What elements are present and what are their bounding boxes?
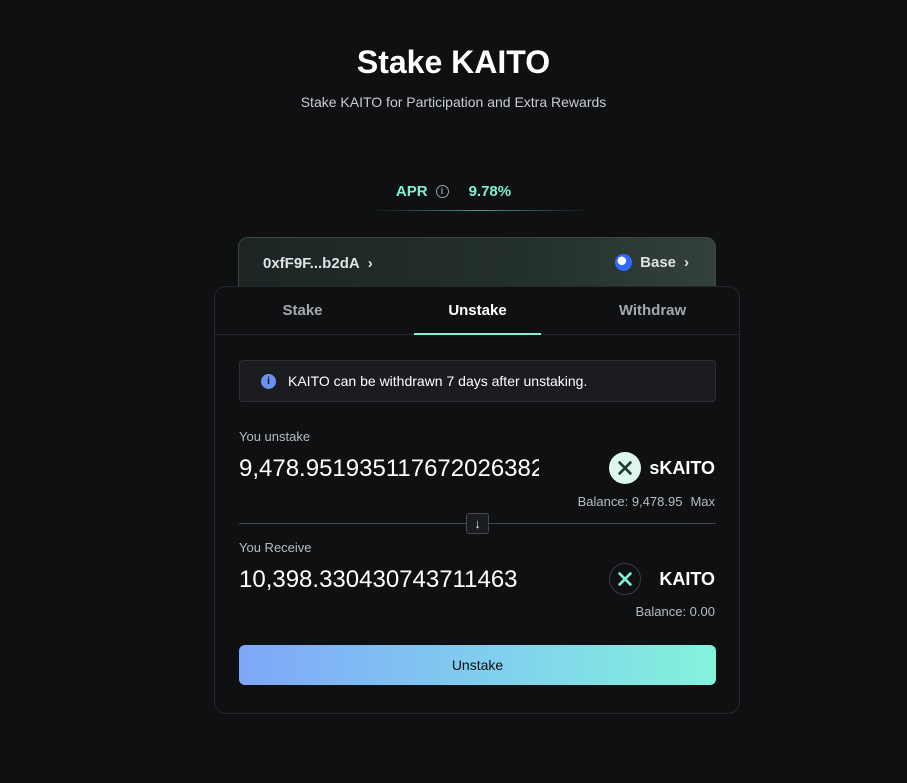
token-selector-skaito: sKAITO [609,452,715,484]
token-name: sKAITO [649,457,715,478]
receive-label: You Receive [239,540,312,555]
unstake-balance-row: Balance: 9,478.95 Max [578,494,715,509]
tab-stake[interactable]: Stake [215,287,390,335]
stake-card: Stake Unstake Withdraw i KAITO can be wi… [214,286,740,714]
page-subtitle: Stake KAITO for Participation and Extra … [300,94,607,110]
notice-text: KAITO can be withdrawn 7 days after unst… [288,373,588,389]
unstake-button[interactable]: Unstake [239,645,716,685]
unstake-label: You unstake [239,429,311,444]
wallet-address: 0xfF9F...b2dA [263,255,360,272]
active-tab-indicator [414,333,541,335]
stake-page: Stake KAITO Stake KAITO for Participatio… [0,0,907,783]
network-name: Base [640,254,676,271]
kaito-logo-icon [609,563,642,595]
tab-bar: Stake Unstake Withdraw [215,287,739,335]
arrow-down-icon[interactable]: ↓ [466,513,489,534]
tab-unstake[interactable]: Unstake [414,287,541,335]
chevron-right-icon: › [367,255,373,272]
wallet-address-button[interactable]: 0xfF9F...b2dA › [263,255,373,272]
page-title: Stake KAITO [356,44,551,80]
apr-row: APR i 9.78% [0,183,907,200]
network-selector[interactable]: Base › [615,254,689,271]
apr-divider [370,210,590,211]
token-display-kaito: KAITO [609,563,715,595]
info-icon[interactable]: i [435,185,449,198]
info-notice: i KAITO can be withdrawn 7 days after un… [239,360,716,402]
unstake-amount-input[interactable]: 9,478.951935117672026382 [239,455,539,483]
info-icon: i [261,373,276,389]
apr-label: APR [395,183,428,200]
tab-withdraw[interactable]: Withdraw [565,287,740,335]
receive-balance: Balance: 0.00 [635,604,715,619]
apr-value: 9.78% [468,183,512,200]
token-name: KAITO [659,568,715,589]
max-button[interactable]: Max [690,494,715,509]
receive-amount: 10,398.330430743711463 [239,566,518,593]
base-network-icon [615,254,633,271]
chevron-right-icon: › [684,254,689,271]
balance-text: Balance: 9,478.95 [577,494,683,509]
balance-text: Balance: 0.00 [635,604,715,619]
kaito-logo-icon [609,452,642,484]
